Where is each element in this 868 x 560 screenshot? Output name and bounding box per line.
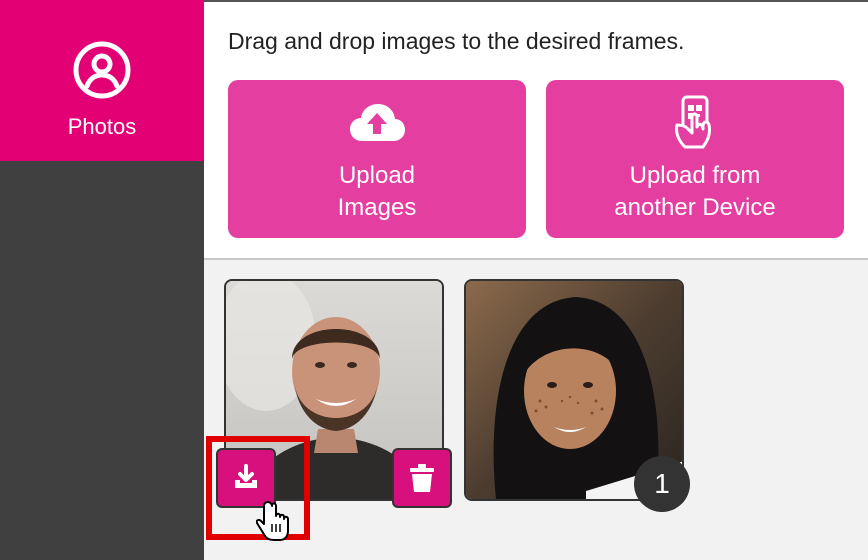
cloud-upload-icon xyxy=(350,104,405,141)
upload-images-label: Upload Images xyxy=(337,162,417,221)
download-icon xyxy=(235,464,257,488)
download-button[interactable] xyxy=(216,448,276,508)
delete-button[interactable] xyxy=(392,448,452,508)
sidebar: Photos xyxy=(0,0,204,560)
user-circle-icon xyxy=(73,41,131,99)
phone-qr-icon xyxy=(675,95,711,149)
upload-from-device-button[interactable]: Upload from another Device xyxy=(546,80,844,238)
sidebar-item-photos[interactable]: Photos xyxy=(0,0,204,161)
instruction-text: Drag and drop images to the desired fram… xyxy=(228,28,685,54)
trash-icon xyxy=(410,464,434,492)
upload-area: Drag and drop images to the desired fram… xyxy=(204,2,868,260)
usage-count-badge: 1 xyxy=(634,456,690,512)
upload-from-device-label: Upload from another Device xyxy=(614,162,776,221)
upload-images-button[interactable]: Upload Images xyxy=(228,80,526,238)
sidebar-item-label: Photos xyxy=(67,114,137,139)
